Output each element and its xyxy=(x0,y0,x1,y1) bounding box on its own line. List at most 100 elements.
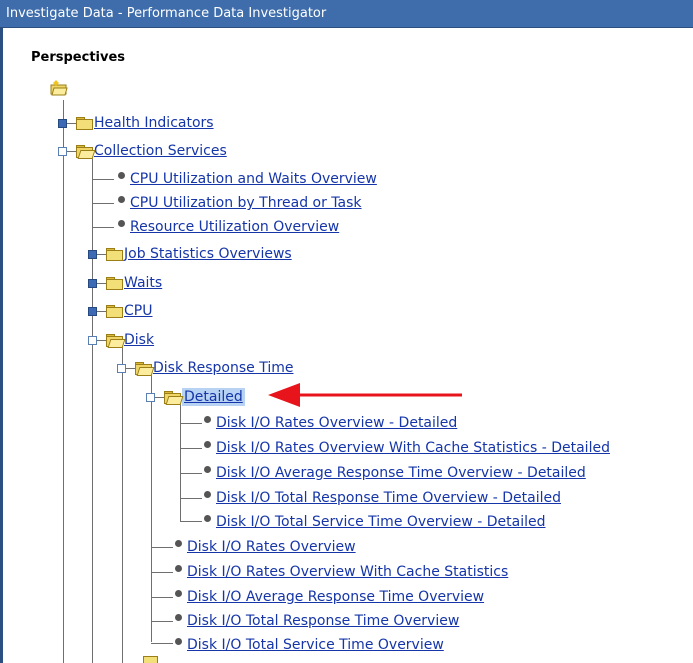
bullet-icon xyxy=(118,196,125,203)
tree-line xyxy=(180,448,202,449)
annotation-arrow-icon xyxy=(268,383,462,407)
tree-line xyxy=(180,521,202,522)
tree-leaf-detailed-item[interactable]: Disk I/O Total Response Time Overview - … xyxy=(204,488,561,508)
tree-link-cpu-utilization-waits[interactable]: CPU Utilization and Waits Overview xyxy=(130,170,377,188)
tree-connector xyxy=(97,282,106,284)
investigate-data-window: Investigate Data - Performance Data Inve… xyxy=(0,0,693,663)
bullet-icon xyxy=(204,441,211,448)
tree-link-disk[interactable]: Disk xyxy=(124,331,154,349)
tree-node-collection-services[interactable]: Collection Services xyxy=(58,141,227,161)
folder-icon xyxy=(76,117,93,130)
folder-icon xyxy=(106,305,123,318)
tree-line xyxy=(92,157,93,663)
tree-link-cpu-utilization-thread[interactable]: CPU Utilization by Thread or Task xyxy=(130,194,362,212)
folder-open-icon xyxy=(106,334,126,348)
bullet-icon xyxy=(204,466,211,473)
tree-link-detailed-item[interactable]: Disk I/O Total Response Time Overview - … xyxy=(216,489,561,507)
tree-node-disk-response-time[interactable]: Disk Response Time xyxy=(117,358,293,378)
perspectives-root-icon xyxy=(50,80,68,96)
tree-node-disk[interactable]: Disk xyxy=(88,330,154,350)
tree-leaf-cpu-utilization-waits[interactable]: CPU Utilization and Waits Overview xyxy=(118,169,377,189)
tree-link-collection-services[interactable]: Collection Services xyxy=(94,142,227,160)
tree-connector xyxy=(155,396,164,398)
window-title: Investigate Data - Performance Data Inve… xyxy=(0,0,693,28)
tree-link-detailed-item[interactable]: Disk I/O Rates Overview - Detailed xyxy=(216,414,457,432)
tree-connector xyxy=(97,339,106,341)
tree-link-response-item[interactable]: Disk I/O Rates Overview With Cache Stati… xyxy=(187,563,508,581)
tree-link-waits[interactable]: Waits xyxy=(124,274,162,292)
tree-leaf-detailed-item[interactable]: Disk I/O Total Service Time Overview - D… xyxy=(204,512,546,532)
window-left-border xyxy=(0,28,3,663)
bullet-icon xyxy=(204,515,211,522)
tree-line xyxy=(151,643,173,644)
tree-leaf-response-item[interactable]: Disk I/O Rates Overview With Cache Stati… xyxy=(175,562,508,582)
tree-line xyxy=(92,203,114,204)
tree-line xyxy=(63,100,64,663)
tree-leaf-response-item[interactable]: Disk I/O Total Response Time Overview xyxy=(175,611,459,631)
tree-line xyxy=(92,179,114,180)
bullet-icon xyxy=(204,416,211,423)
tree-link-response-item[interactable]: Disk I/O Average Response Time Overview xyxy=(187,588,484,606)
expand-toggle[interactable] xyxy=(88,306,97,316)
tree-link-health-indicators[interactable]: Health Indicators xyxy=(94,114,214,132)
bullet-icon xyxy=(175,614,182,621)
tree-link-detailed-item[interactable]: Disk I/O Average Response Time Overview … xyxy=(216,464,586,482)
tree-link-cpu[interactable]: CPU xyxy=(124,302,152,320)
expand-toggle[interactable] xyxy=(88,249,97,259)
bullet-icon xyxy=(204,491,211,498)
collapse-toggle[interactable] xyxy=(58,146,67,156)
bullet-icon xyxy=(118,220,125,227)
tree-line xyxy=(151,621,173,622)
bullet-icon xyxy=(175,590,182,597)
tree-line xyxy=(122,345,123,663)
folder-icon xyxy=(106,277,123,290)
collapse-toggle[interactable] xyxy=(146,392,155,402)
tree-node-detailed[interactable]: Detailed xyxy=(146,387,245,407)
tree-link-response-item[interactable]: Disk I/O Total Service Time Overview xyxy=(187,636,444,654)
tree-connector xyxy=(126,367,135,369)
tree-line xyxy=(92,227,114,228)
tree-leaf-cpu-utilization-thread[interactable]: CPU Utilization by Thread or Task xyxy=(118,193,362,213)
tree-connector xyxy=(67,150,76,152)
tree-link-detailed[interactable]: Detailed xyxy=(182,388,245,406)
tree-line xyxy=(151,372,152,642)
tree-line xyxy=(151,572,173,573)
tree-leaf-resource-utilization[interactable]: Resource Utilization Overview xyxy=(118,217,339,237)
bullet-icon xyxy=(175,540,182,547)
folder-icon-partial xyxy=(143,656,158,663)
folder-icon xyxy=(106,248,123,261)
bullet-icon xyxy=(175,638,182,645)
tree-node-cpu[interactable]: CPU xyxy=(88,301,152,321)
tree-line xyxy=(151,597,173,598)
collapse-toggle[interactable] xyxy=(88,335,97,345)
tree-leaf-response-item[interactable]: Disk I/O Total Service Time Overview xyxy=(175,635,444,655)
bullet-icon xyxy=(175,565,182,572)
perspectives-heading: Perspectives xyxy=(31,50,126,65)
folder-open-icon xyxy=(76,145,96,159)
tree-leaf-response-item[interactable]: Disk I/O Average Response Time Overview xyxy=(175,587,484,607)
expand-toggle[interactable] xyxy=(88,278,97,288)
tree-leaf-detailed-item[interactable]: Disk I/O Rates Overview With Cache Stati… xyxy=(204,438,610,458)
tree-leaf-detailed-item[interactable]: Disk I/O Rates Overview - Detailed xyxy=(204,413,457,433)
tree-line xyxy=(180,400,181,521)
tree-link-disk-response-time[interactable]: Disk Response Time xyxy=(153,359,293,377)
tree-link-response-item[interactable]: Disk I/O Rates Overview xyxy=(187,538,356,556)
tree-connector xyxy=(67,122,76,124)
folder-open-icon xyxy=(135,362,155,376)
tree-node-job-statistics[interactable]: Job Statistics Overviews xyxy=(88,244,292,264)
tree-link-response-item[interactable]: Disk I/O Total Response Time Overview xyxy=(187,612,459,630)
tree-link-resource-utilization[interactable]: Resource Utilization Overview xyxy=(130,218,339,236)
tree-link-job-statistics[interactable]: Job Statistics Overviews xyxy=(124,245,292,263)
tree-node-health-indicators[interactable]: Health Indicators xyxy=(58,113,214,133)
tree-line xyxy=(180,423,202,424)
bullet-icon xyxy=(118,172,125,179)
tree-link-detailed-item[interactable]: Disk I/O Total Service Time Overview - D… xyxy=(216,513,546,531)
tree-leaf-response-item[interactable]: Disk I/O Rates Overview xyxy=(175,537,356,557)
collapse-toggle[interactable] xyxy=(117,363,126,373)
folder-open-icon xyxy=(164,391,184,405)
tree-connector xyxy=(97,310,106,312)
expand-toggle[interactable] xyxy=(58,118,67,128)
tree-link-detailed-item[interactable]: Disk I/O Rates Overview With Cache Stati… xyxy=(216,439,610,457)
tree-leaf-detailed-item[interactable]: Disk I/O Average Response Time Overview … xyxy=(204,463,586,483)
tree-node-waits[interactable]: Waits xyxy=(88,273,162,293)
